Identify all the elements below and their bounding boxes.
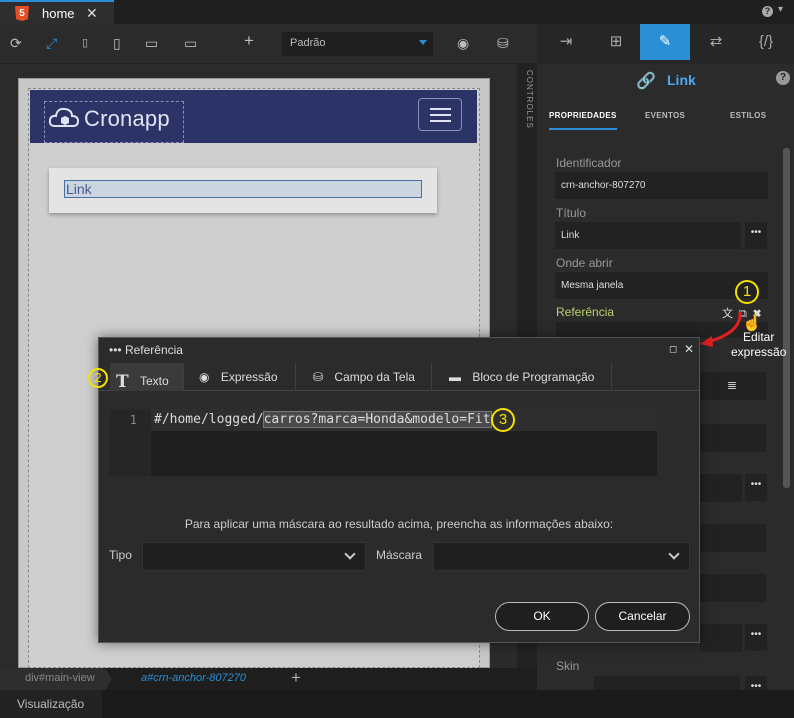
ok-button[interactable]: OK xyxy=(495,602,589,631)
pencil-icon[interactable]: ✎ xyxy=(640,24,690,60)
hamburger-line xyxy=(430,114,451,116)
add-icon[interactable]: + xyxy=(244,32,254,49)
chevron-down-icon xyxy=(344,548,356,560)
breadcrumb-item[interactable]: div#main-view xyxy=(0,668,112,690)
titulo-field[interactable]: Link xyxy=(555,222,741,249)
tab-propriedades[interactable]: PROPRIEDADES xyxy=(549,111,617,130)
tab-bloco-de-programacao[interactable]: ▬ Bloco de Programação xyxy=(432,363,612,391)
logo-text: Cronapp xyxy=(84,106,170,131)
chevron-down-icon xyxy=(668,548,680,560)
controls-label[interactable]: CONTROLES xyxy=(520,70,534,150)
mask-hint-text: Para aplicar uma máscara ao resultado ac… xyxy=(184,517,614,531)
html5-icon: 5 xyxy=(15,6,29,21)
tab-label: Bloco de Programação xyxy=(472,370,595,384)
panel-title: Link xyxy=(667,72,696,88)
property-select[interactable] xyxy=(700,574,766,602)
eye-icon[interactable]: ◉ xyxy=(457,36,469,50)
swap-icon[interactable]: ⇄ xyxy=(691,24,741,60)
breadcrumb-item-active[interactable]: a#crn-anchor-807270 xyxy=(141,672,246,684)
tab-texto[interactable]: T Texto xyxy=(110,363,184,392)
text-icon: T xyxy=(116,372,129,392)
maximize-icon[interactable]: ◻ xyxy=(669,344,677,355)
skin-field[interactable] xyxy=(594,676,740,690)
mascara-label: Máscara xyxy=(376,548,423,562)
database-icon: ⛁ xyxy=(313,370,324,384)
link-component[interactable]: Link xyxy=(64,180,422,198)
skin-label: Skin xyxy=(556,659,580,673)
annotation-badge: 3 xyxy=(491,408,515,432)
property-select[interactable] xyxy=(700,424,766,452)
referencia-label: Referência xyxy=(556,305,615,319)
annotation-badge: 1 xyxy=(735,280,759,304)
tab-label: Campo da Tela xyxy=(334,370,415,384)
phone-icon[interactable]: ▯ xyxy=(82,36,88,50)
tab-expressao[interactable]: ◉ Expressão xyxy=(184,363,296,391)
tab-campo-da-tela[interactable]: ⛁ Campo da Tela xyxy=(296,363,432,391)
help-icon[interactable]: ? xyxy=(776,71,790,85)
identificador-label: Identificador xyxy=(556,156,622,170)
code-line[interactable]: #/home/logged/carros?marca=Honda&modelo=… xyxy=(154,411,492,428)
titulo-label: Título xyxy=(556,206,587,220)
line-number-gutter: 1 xyxy=(109,409,151,476)
block-icon: ▬ xyxy=(449,370,461,384)
tablet-icon[interactable]: ▯ xyxy=(113,36,121,50)
add-icon[interactable]: + xyxy=(291,668,301,688)
tipo-select[interactable] xyxy=(142,542,366,571)
tab-estilos[interactable]: ESTILOS xyxy=(730,111,766,120)
titulo-more-button[interactable]: ••• xyxy=(745,222,767,249)
laptop-icon[interactable]: ▭ xyxy=(145,36,158,50)
code-icon[interactable]: {/} xyxy=(741,24,791,60)
tab-label: Expressão xyxy=(220,370,278,384)
panel-scrollbar[interactable] xyxy=(783,148,790,488)
refresh-icon[interactable]: ⟳ xyxy=(10,36,22,50)
hamburger-menu-button[interactable] xyxy=(418,98,462,131)
cancel-button[interactable]: Cancelar xyxy=(595,602,690,631)
designer-toolbar: ⟳ ⤢ ▯ ▯ ▭ ▭ + Padrão ◉ ⛁ xyxy=(0,24,540,64)
preset-select[interactable]: Padrão xyxy=(282,32,433,56)
property-more-button[interactable]: ••• xyxy=(745,474,767,501)
desktop-icon[interactable]: ▭ xyxy=(184,36,197,50)
tab-label: Texto xyxy=(140,374,169,388)
chevron-down-icon xyxy=(419,40,427,45)
help-icon[interactable]: ? xyxy=(762,6,773,17)
property-field[interactable] xyxy=(700,624,742,652)
status-bar xyxy=(0,690,794,718)
menu-icon[interactable]: ▾ xyxy=(778,4,783,15)
fullscreen-icon[interactable]: ⤢ xyxy=(46,36,57,50)
mascara-select[interactable] xyxy=(433,542,690,571)
cronapp-logo-icon xyxy=(48,107,80,127)
link-icon: 🔗 xyxy=(636,73,656,90)
annotation-badge: 2 xyxy=(88,368,108,388)
tipo-label: Tipo xyxy=(109,548,132,562)
visualizacao-tab[interactable]: Visualização xyxy=(0,690,102,718)
code-text: #/home/logged/ xyxy=(154,412,264,427)
tab-home-label: home xyxy=(42,6,75,21)
tree-icon[interactable]: ⊞ xyxy=(591,24,641,60)
onde-abrir-label: Onde abrir xyxy=(556,256,613,270)
hamburger-line xyxy=(430,120,451,122)
tab-home[interactable]: 5 home ✕ xyxy=(0,0,114,24)
align-right-icon: ≣ xyxy=(727,378,738,392)
code-selection: carros?marca=Honda&modelo=Fit xyxy=(262,411,492,428)
editor-tab-bar xyxy=(0,0,794,24)
close-icon[interactable]: ✕ xyxy=(684,342,694,356)
eye-icon: ◉ xyxy=(199,370,210,384)
tab-eventos[interactable]: EVENTOS xyxy=(645,111,685,120)
login-icon[interactable]: ⇥ xyxy=(541,24,591,60)
close-icon[interactable]: ✕ xyxy=(86,5,98,22)
hamburger-line xyxy=(430,108,451,110)
preset-select-value: Padrão xyxy=(290,37,326,49)
property-more-button[interactable]: ••• xyxy=(745,624,767,651)
database-icon[interactable]: ⛁ xyxy=(497,36,509,50)
identificador-field[interactable]: crn-anchor-807270 xyxy=(555,172,768,199)
skin-more-button[interactable]: ••• xyxy=(745,676,767,692)
property-select[interactable] xyxy=(700,524,766,552)
annotation-arrow xyxy=(700,311,742,347)
property-field[interactable] xyxy=(700,474,742,502)
dialog-title: ••• Referência xyxy=(109,343,183,357)
